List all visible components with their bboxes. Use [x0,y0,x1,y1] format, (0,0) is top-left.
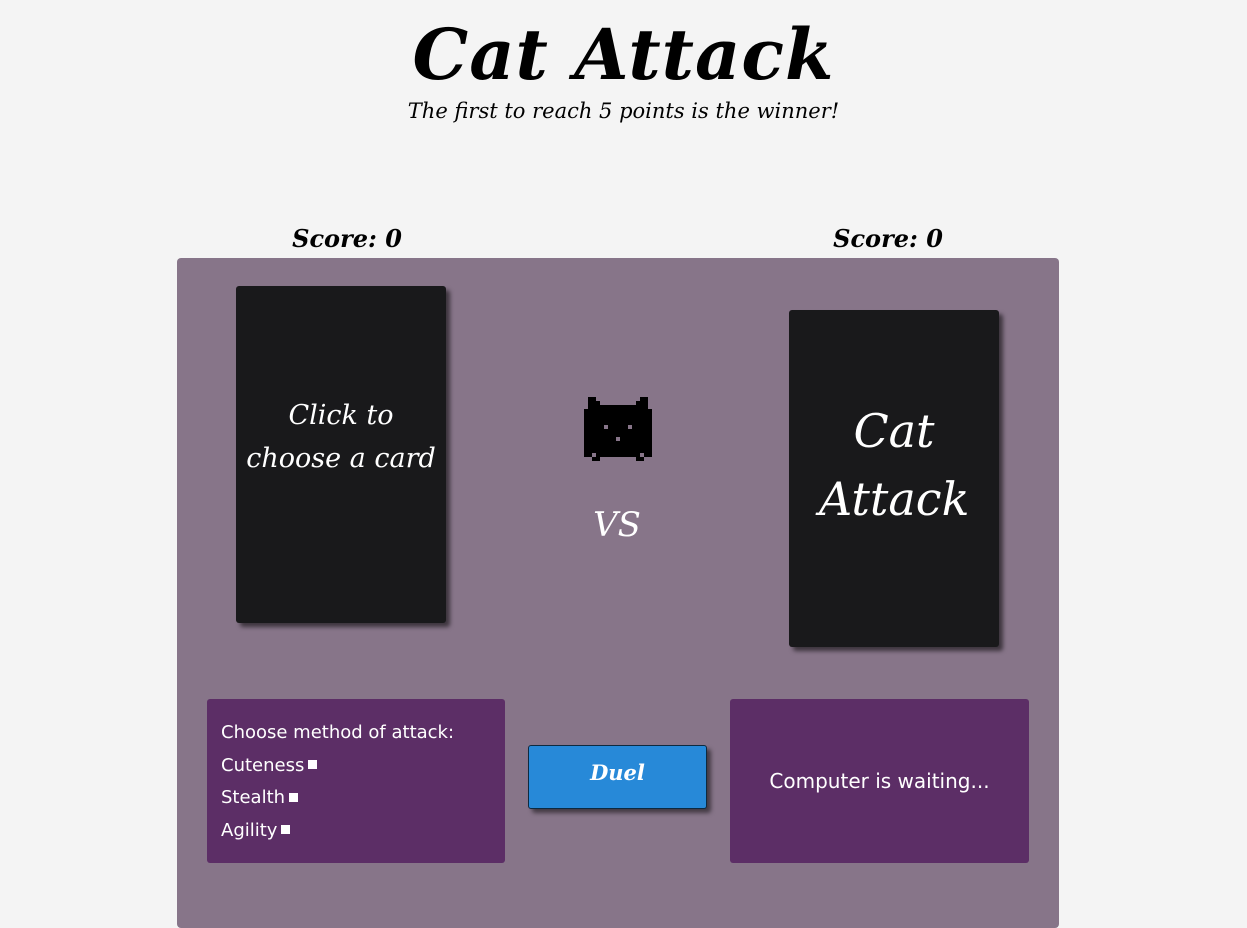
computer-status-panel: Computer is waiting... [730,699,1029,863]
computer-status-text: Computer is waiting... [769,769,990,793]
pixel-cat-icon [584,397,652,461]
vs-label: VS [593,505,641,545]
attack-method-heading: Choose method of attack: [221,722,455,743]
player-score: Score: 0 [292,224,402,253]
attack-option-cuteness[interactable]: Cuteness [221,752,505,785]
attack-option-label: Agility [221,819,278,841]
player-card-label: Click to choose a card [246,399,436,474]
game-subtitle: The first to reach 5 points is the winne… [407,99,840,123]
attack-option-label: Stealth [221,787,286,808]
attack-option-agility[interactable]: Agility [221,817,505,850]
duel-button[interactable]: Duel [528,745,707,809]
attack-option-label: Cuteness [221,754,305,776]
computer-score: Score: 0 [833,224,943,253]
computer-card: Cat Attack [789,310,999,647]
checkbox-icon[interactable] [289,792,299,802]
checkbox-icon[interactable] [281,825,291,834]
player-card[interactable]: Click to choose a card [236,286,446,623]
attack-method-panel: Choose method of attack: Cuteness Stealt… [207,699,505,863]
game-title: Cat Attack [412,13,835,96]
computer-card-label: Cat Attack [819,403,970,526]
checkbox-icon[interactable] [308,760,318,769]
game-board: Click to choose a card VS Cat Attack Cho… [177,258,1059,928]
attack-option-stealth[interactable]: Stealth [221,784,505,817]
